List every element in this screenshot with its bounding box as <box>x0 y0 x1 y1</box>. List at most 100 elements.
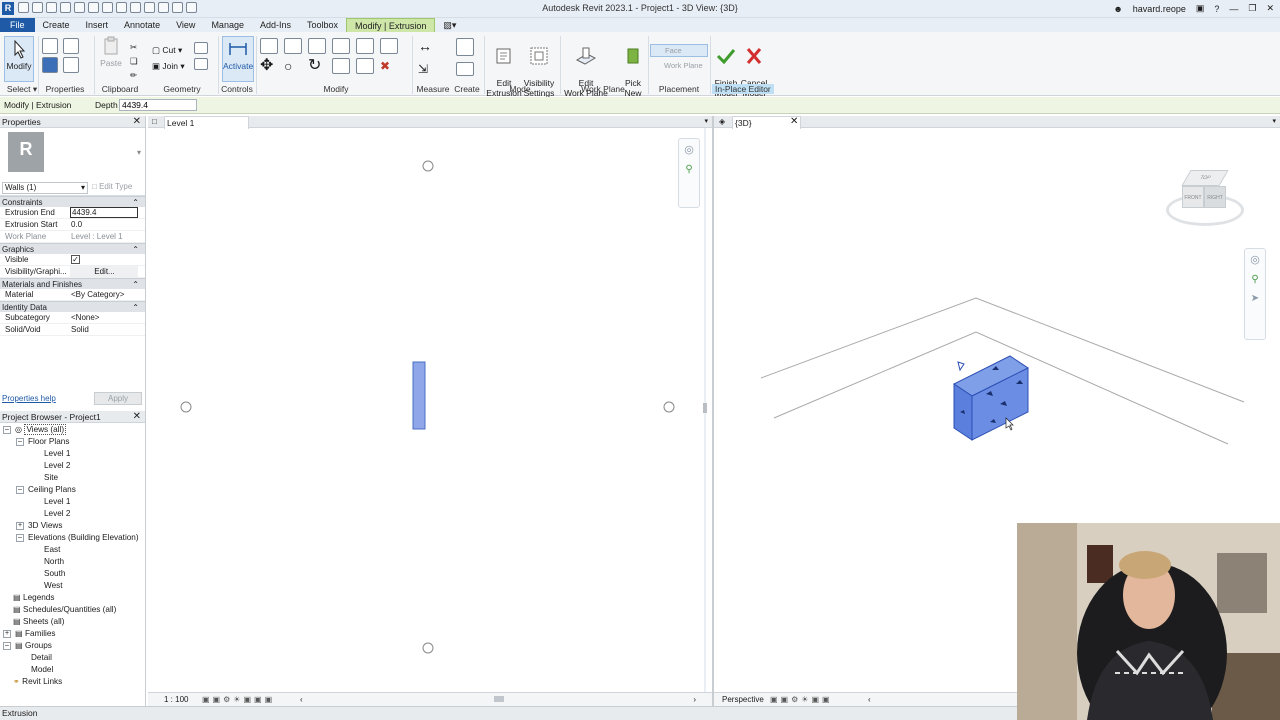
panel-select[interactable]: Select ▾ <box>2 84 42 95</box>
match-icon[interactable]: ✏ <box>130 68 138 82</box>
elevation-marker-south[interactable] <box>422 642 434 654</box>
close-window-button[interactable]: ✕ <box>1266 3 1274 14</box>
material-value[interactable]: <By Category> <box>70 289 138 301</box>
type-properties-icon[interactable] <box>42 38 58 54</box>
horizontal-scroll-thumb[interactable] <box>494 696 504 702</box>
tab-overflow-icon[interactable]: ▧▾ <box>435 18 464 32</box>
help-icon[interactable]: ? <box>1214 4 1219 14</box>
steering-wheel-icon[interactable]: ◎ <box>1245 253 1265 266</box>
minimize-button[interactable]: — <box>1229 4 1238 14</box>
view-mode-perspective[interactable]: Perspective <box>722 693 764 707</box>
user-icon[interactable]: ☻ <box>1113 4 1122 14</box>
tree-ceiling-plans[interactable]: – Ceiling Plans <box>16 484 76 496</box>
scroll-left-icon[interactable]: ‹ <box>300 693 303 707</box>
view-tab-3d[interactable]: ◈ {3D} ✕ ▾ <box>714 116 1280 129</box>
restore-button[interactable]: ❐ <box>1248 3 1256 14</box>
tree-detail[interactable]: Detail <box>31 652 52 664</box>
tree-cp-level-1[interactable]: Level 1 <box>44 496 70 508</box>
fly-icon[interactable]: ➤ <box>1245 293 1265 304</box>
cart-icon[interactable]: ▣ <box>1196 3 1205 14</box>
copy-icon[interactable]: ❏ <box>130 54 138 68</box>
tree-fp-level-1[interactable]: Level 1 <box>44 448 70 460</box>
properties-icon[interactable] <box>42 57 58 73</box>
move-icon[interactable]: ✥ <box>260 58 282 74</box>
solid-void-value[interactable]: Solid <box>70 324 138 336</box>
close-view-tab-icon[interactable]: ✕ <box>790 116 798 128</box>
tab-menu-icon[interactable]: ▾ <box>1272 116 1276 128</box>
view-cube[interactable]: TOP FRONT RIGHT <box>1164 166 1246 234</box>
work-plane-placement-button[interactable]: Work Plane <box>650 60 708 73</box>
section-materials[interactable]: Materials and Finishes ⌃ <box>0 278 145 289</box>
scroll-left-icon[interactable]: ‹ <box>868 693 871 707</box>
view-cube-front[interactable]: FRONT <box>1182 186 1204 208</box>
align-icon[interactable] <box>260 38 278 54</box>
zoom-icon[interactable]: ⚲ <box>1245 274 1265 285</box>
copy-element-icon[interactable]: ○ <box>284 58 306 74</box>
split-icon[interactable] <box>356 38 374 54</box>
extrusion-plan[interactable] <box>412 361 426 430</box>
tab-view[interactable]: View <box>168 18 203 32</box>
tab-insert[interactable]: Insert <box>78 18 117 32</box>
apply-button[interactable]: Apply <box>94 392 142 405</box>
tab-toolbox[interactable]: Toolbox <box>299 18 346 32</box>
cut-geometry-button[interactable]: ▢ Cut ▾ <box>152 42 185 58</box>
work-plane-grid-icon[interactable] <box>957 361 965 372</box>
extrusion-start-value[interactable]: 0.0 <box>70 219 138 231</box>
tree-east[interactable]: East <box>44 544 60 556</box>
visibility-edit-button[interactable]: Edit... <box>70 266 138 278</box>
join-geometry-button[interactable]: ▣ Join ▾ <box>152 58 185 74</box>
tree-fp-level-2[interactable]: Level 2 <box>44 460 70 472</box>
steering-wheel-icon[interactable]: ◎ <box>679 143 699 156</box>
section-graphics[interactable]: Graphics ⌃ <box>0 243 145 254</box>
view-scale[interactable]: 1 : 100 <box>164 693 188 707</box>
tree-cp-level-2[interactable]: Level 2 <box>44 508 70 520</box>
user-name[interactable]: havard.reope <box>1133 4 1186 14</box>
subcategory-value[interactable]: <None> <box>70 312 138 324</box>
type-selector[interactable]: Walls (1) ▾ <box>2 182 88 194</box>
delete-icon[interactable]: ✖ <box>380 58 402 74</box>
split-face-icon[interactable] <box>194 42 208 54</box>
paste-button[interactable]: Paste <box>98 36 124 68</box>
create-similar-icon[interactable] <box>456 62 474 76</box>
depth-input[interactable] <box>119 99 197 111</box>
edit-type-button[interactable]: □ Edit Type <box>92 182 132 191</box>
modify-button[interactable]: Modify <box>4 36 34 82</box>
tree-3d-views[interactable]: +3D Views <box>16 520 62 532</box>
tab-add-ins[interactable]: Add-Ins <box>252 18 299 32</box>
create-group-icon[interactable] <box>456 38 474 56</box>
plan-canvas[interactable] <box>148 128 712 692</box>
tree-floor-plans[interactable]: – Floor Plans <box>16 436 69 448</box>
scale-icon[interactable] <box>356 58 374 74</box>
zoom-icon[interactable]: ⚲ <box>679 164 699 175</box>
mirror-axis-icon[interactable] <box>308 38 326 54</box>
tree-views-all[interactable]: – ◎ Views (all) <box>3 424 67 436</box>
properties-help-link[interactable]: Properties help <box>2 394 56 403</box>
tab-annotate[interactable]: Annotate <box>116 18 168 32</box>
tree-elevations[interactable]: – Elevations (Building Elevation) <box>16 532 139 544</box>
cut-icon[interactable]: ✂ <box>130 40 138 54</box>
view-control-icons[interactable]: ▣▣⚙☀▣▣▣ <box>202 693 275 707</box>
tab-create[interactable]: Create <box>35 18 78 32</box>
tree-legends[interactable]: ▤ Legends <box>13 592 54 604</box>
elevation-marker-north[interactable] <box>422 160 434 172</box>
tree-families[interactable]: + ▤ Families <box>3 628 56 640</box>
extrusion-end-input[interactable]: 4439.4 <box>70 207 138 218</box>
rotate-icon[interactable]: ↻ <box>308 58 330 74</box>
vertical-scroll-thumb[interactable] <box>703 403 707 413</box>
type-dropdown-icon[interactable]: ▾ <box>137 148 141 157</box>
dimension-icon[interactable]: ⇲ <box>418 62 432 76</box>
face-button[interactable]: Face <box>650 44 708 57</box>
tree-groups[interactable]: – ▤ Groups <box>3 640 52 652</box>
tree-west[interactable]: West <box>44 580 63 592</box>
tree-schedules[interactable]: ▤ Schedules/Quantities (all) <box>13 604 116 616</box>
view-control-icons[interactable]: ▣▣⚙☀▣▣ <box>770 693 833 707</box>
tree-revit-links[interactable]: ⚭ Revit Links <box>13 676 62 688</box>
visible-checkbox[interactable]: ✓ <box>70 254 138 266</box>
view-tab-level-1[interactable]: □ Level 1 ▾ <box>148 116 712 129</box>
view-cube-top[interactable]: TOP <box>1181 170 1229 186</box>
view-cube-right[interactable]: RIGHT <box>1204 186 1226 208</box>
tree-model[interactable]: Model <box>31 664 53 676</box>
family-types-icon[interactable] <box>63 38 79 54</box>
tree-south[interactable]: South <box>44 568 65 580</box>
scroll-right-icon[interactable]: › <box>693 693 696 707</box>
